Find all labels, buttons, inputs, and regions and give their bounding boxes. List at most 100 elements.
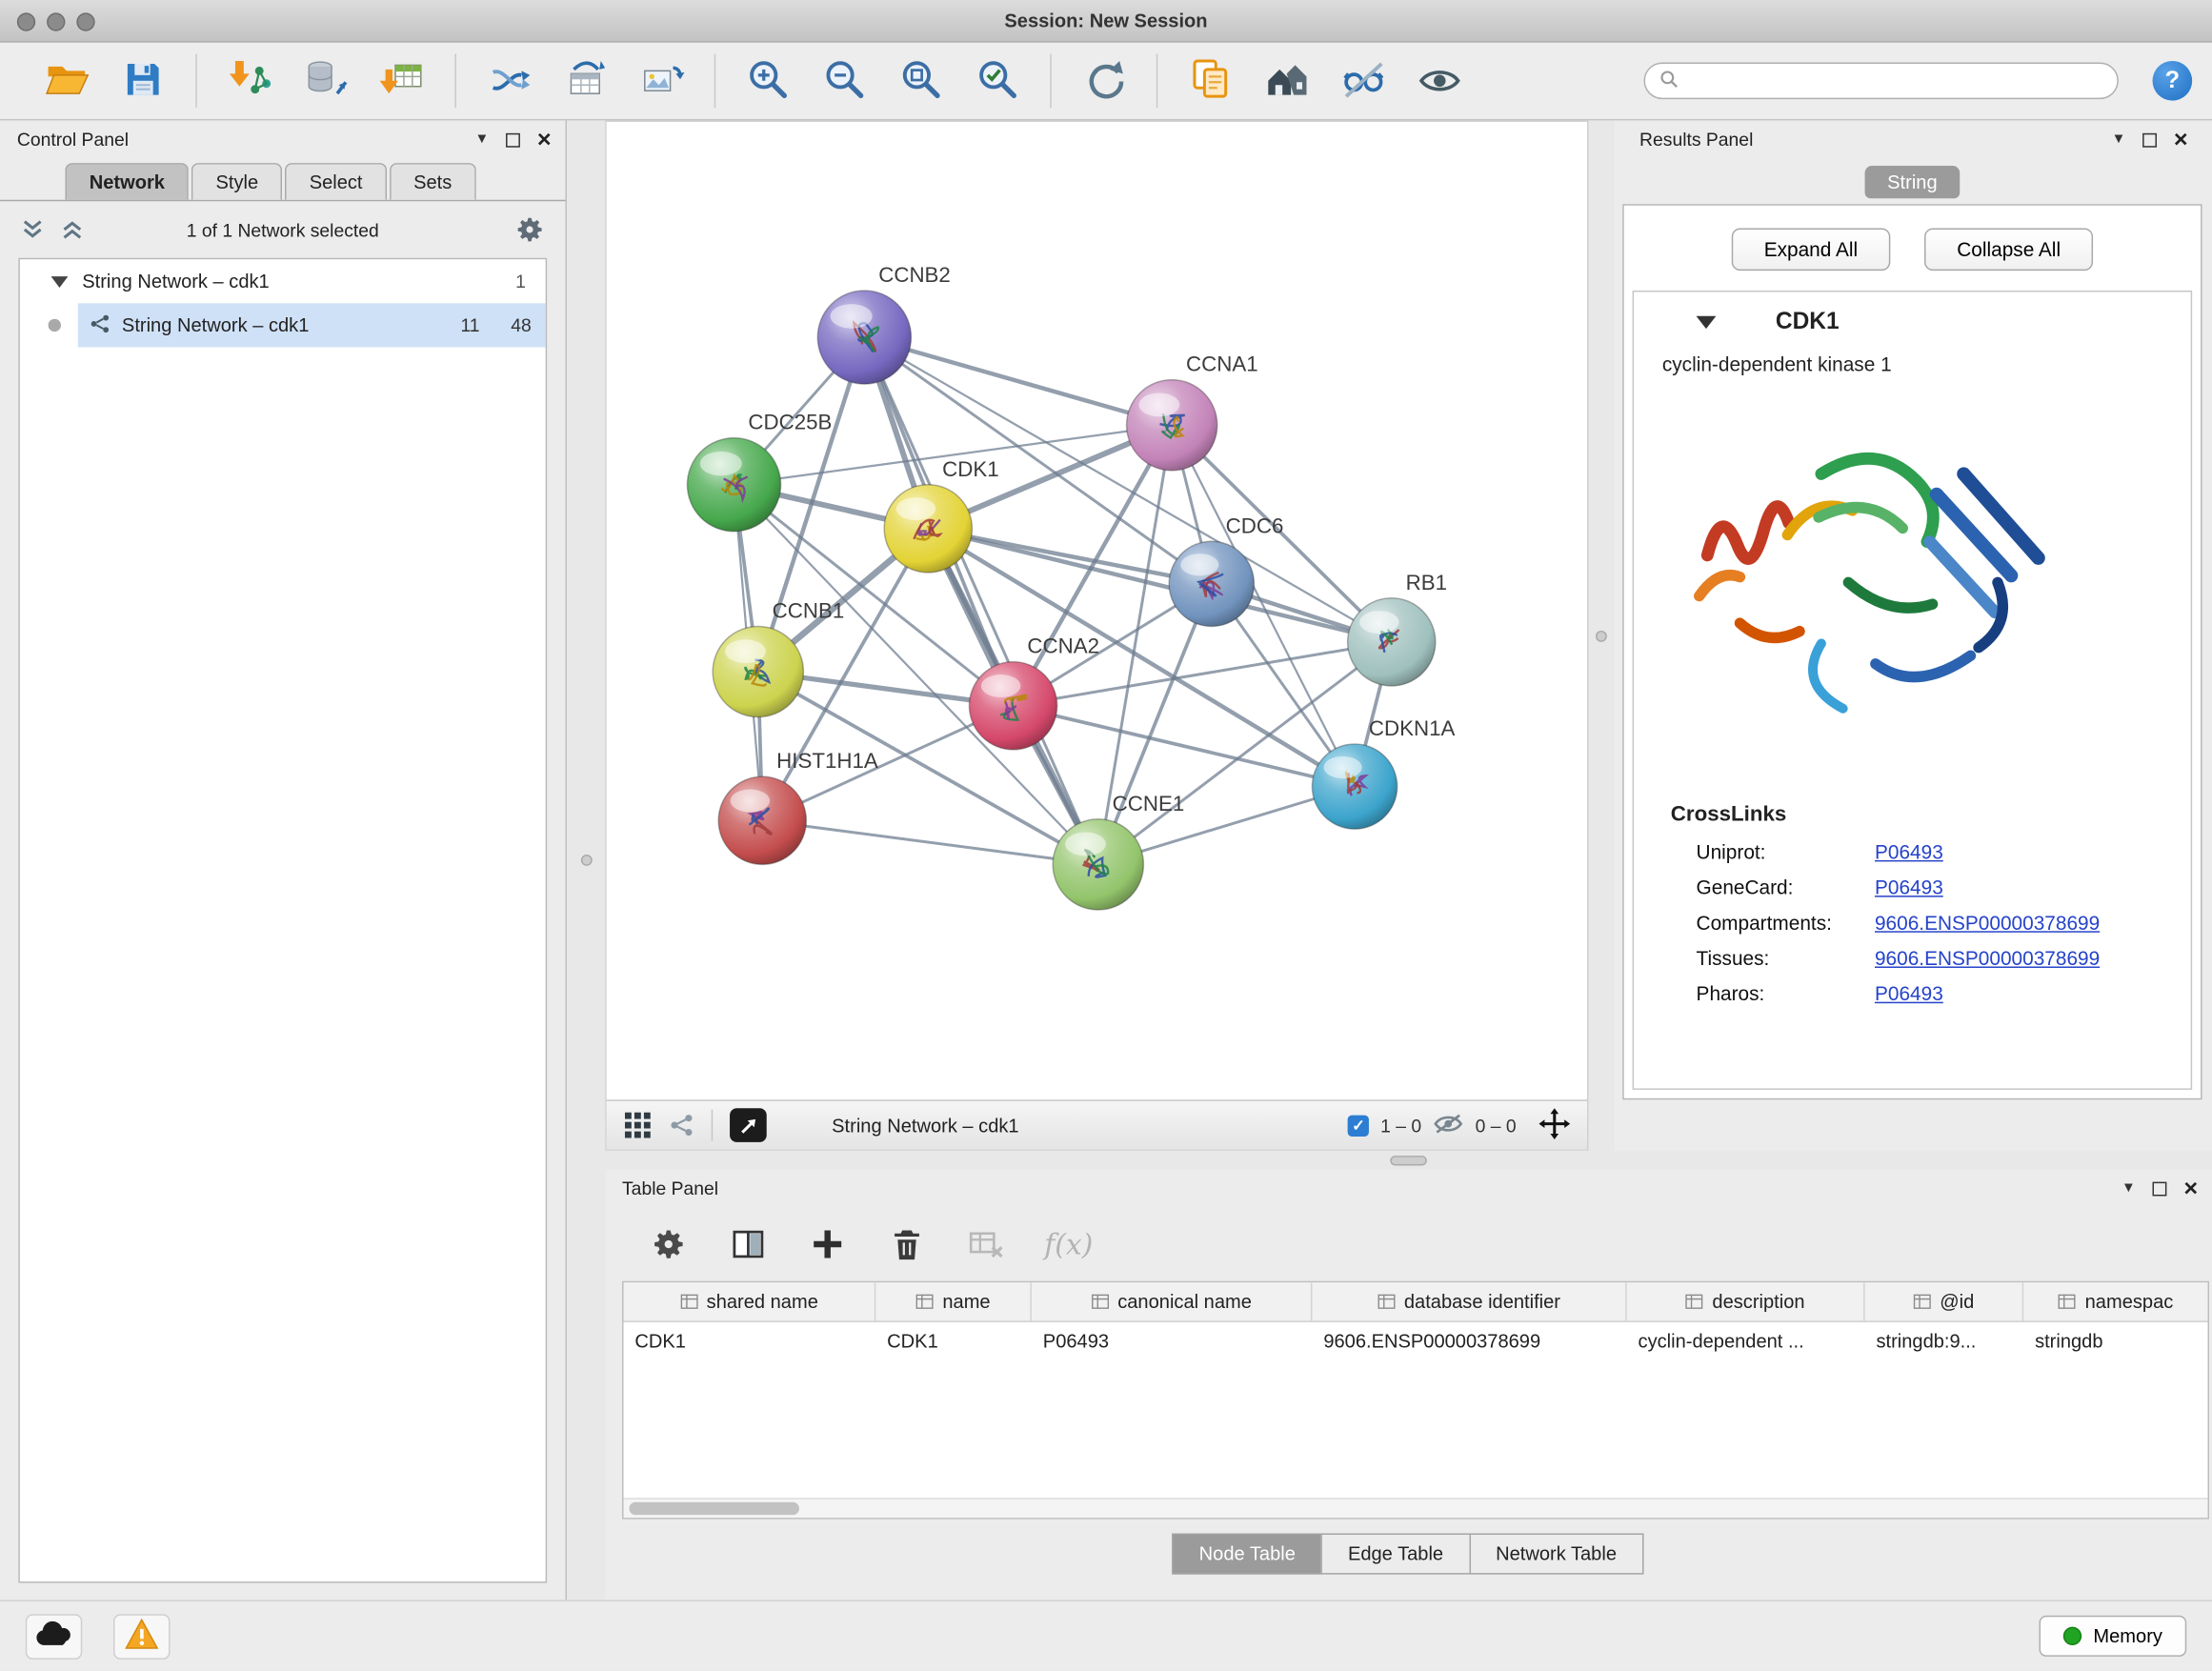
table-header-row: shared name name canonical name database… xyxy=(624,1282,2208,1322)
glasses-slash-icon xyxy=(1340,56,1386,106)
birdseye-toggle-button[interactable] xyxy=(730,1108,767,1142)
network-row[interactable]: String Network – cdk1 11 48 xyxy=(20,303,546,347)
pan-crosshair-icon[interactable] xyxy=(1538,1107,1570,1142)
screen: Session: New Session xyxy=(0,0,2212,1671)
warnings-button[interactable] xyxy=(113,1614,171,1660)
zoom-fit-button[interactable] xyxy=(892,51,951,111)
panel-menu-icon[interactable]: ▼ xyxy=(2122,1181,2136,1196)
save-session-button[interactable] xyxy=(113,51,172,111)
network-edge[interactable] xyxy=(1014,706,1355,787)
tab-sets[interactable]: Sets xyxy=(390,163,476,200)
splitter-grip[interactable] xyxy=(1390,1155,1427,1164)
import-network-file-button[interactable] xyxy=(220,51,279,111)
column-header-canonical-name[interactable]: canonical name xyxy=(1032,1282,1313,1320)
panel-menu-icon[interactable]: ▼ xyxy=(475,132,490,147)
import-network-database-button[interactable] xyxy=(296,51,355,111)
zoom-out-button[interactable] xyxy=(814,51,874,111)
expand-all-button[interactable]: Expand All xyxy=(1731,228,1890,271)
export-image-button[interactable] xyxy=(632,51,691,111)
panel-close-icon[interactable]: × xyxy=(2183,1177,2198,1200)
tab-style[interactable]: Style xyxy=(191,163,282,200)
horizontal-splitter[interactable] xyxy=(605,1151,2212,1169)
column-header-name[interactable]: name xyxy=(875,1282,1032,1320)
table-options-gear-icon[interactable] xyxy=(648,1223,691,1266)
scrollbar-thumb[interactable] xyxy=(629,1502,799,1515)
panel-float-icon[interactable] xyxy=(2142,132,2157,147)
apply-layout-button[interactable] xyxy=(1075,51,1134,111)
crosslink-pharos[interactable]: P06493 xyxy=(1875,982,1943,1006)
collapse-all-button[interactable]: Collapse All xyxy=(1924,228,2093,271)
column-header-namespace[interactable]: namespac xyxy=(2023,1282,2207,1320)
create-network-from-selection-button[interactable] xyxy=(555,51,614,111)
minimize-window-button[interactable] xyxy=(47,12,65,30)
network-overview-icon[interactable] xyxy=(669,1113,694,1138)
tab-select[interactable]: Select xyxy=(285,163,386,200)
network-node-CCNE1[interactable] xyxy=(1053,819,1143,910)
network-canvas[interactable]: CCNB2CCNA1CDC25BCDK1CDC6RB1CCNB1CCNA2CDK… xyxy=(607,122,1587,1099)
zoom-selected-button[interactable] xyxy=(968,51,1027,111)
splitter-grip[interactable] xyxy=(1596,630,1607,641)
column-header-id[interactable]: @id xyxy=(1865,1282,2024,1320)
window-title: Session: New Session xyxy=(1004,10,1207,30)
open-session-button[interactable] xyxy=(37,51,96,111)
network-graph[interactable]: CCNB2CCNA1CDC25BCDK1CDC6RB1CCNB1CCNA2CDK… xyxy=(607,122,1590,1099)
search-input[interactable] xyxy=(1688,69,2103,92)
network-edge[interactable] xyxy=(864,337,1172,425)
collapse-section-icon[interactable] xyxy=(1697,316,1717,329)
help-button[interactable]: ? xyxy=(2153,61,2193,101)
node-table: shared name name canonical name database… xyxy=(622,1281,2209,1520)
selected-checkbox-icon[interactable]: ✓ xyxy=(1348,1115,1369,1136)
right-splitter[interactable] xyxy=(1588,120,1614,1150)
splitter-grip[interactable] xyxy=(580,855,592,866)
left-splitter[interactable] xyxy=(567,120,605,1600)
panel-float-icon[interactable] xyxy=(2153,1181,2167,1196)
string-tab[interactable]: String xyxy=(1864,165,1960,197)
first-neighbors-button[interactable] xyxy=(479,51,538,111)
tab-node-table[interactable]: Node Table xyxy=(1172,1533,1322,1574)
table-horizontal-scrollbar[interactable] xyxy=(624,1498,2208,1518)
column-header-database-identifier[interactable]: database identifier xyxy=(1312,1282,1626,1320)
tab-network[interactable]: Network xyxy=(65,163,189,200)
curved-arrows-icon xyxy=(486,56,532,106)
crosslink-uniprot[interactable]: P06493 xyxy=(1875,840,1943,864)
column-header-description[interactable]: description xyxy=(1627,1282,1865,1320)
show-columns-icon[interactable] xyxy=(727,1223,770,1266)
crosslink-genecard[interactable]: P06493 xyxy=(1875,876,1943,899)
panel-close-icon[interactable]: × xyxy=(2174,128,2188,151)
delete-column-icon[interactable] xyxy=(886,1223,929,1266)
zoom-window-button[interactable] xyxy=(76,12,94,30)
network-node-HIST1H1A[interactable] xyxy=(718,776,806,864)
add-column-icon[interactable] xyxy=(806,1223,849,1266)
column-header-shared-name[interactable]: shared name xyxy=(624,1282,876,1320)
crosslink-compartments[interactable]: 9606.ENSP00000378699 xyxy=(1875,911,2100,935)
crosslink-label: Tissues: xyxy=(1697,947,1875,971)
protein-card-header[interactable]: CDK1 xyxy=(1634,292,2191,350)
table-row[interactable]: CDK1 CDK1 P06493 9606.ENSP00000378699 cy… xyxy=(624,1322,2208,1360)
network-collection-row[interactable]: String Network – cdk1 1 xyxy=(20,259,546,303)
cloud-status-button[interactable] xyxy=(26,1614,83,1660)
string-glasses-button[interactable] xyxy=(1334,51,1393,111)
zoom-in-button[interactable] xyxy=(738,51,797,111)
panel-menu-icon[interactable]: ▼ xyxy=(2112,132,2126,147)
network-options-gear-icon[interactable] xyxy=(514,214,546,246)
network-edge[interactable] xyxy=(762,820,1098,864)
tab-network-table[interactable]: Network Table xyxy=(1469,1533,1643,1574)
close-window-button[interactable] xyxy=(17,12,35,30)
import-table-file-button[interactable] xyxy=(372,51,432,111)
string-eye-button[interactable] xyxy=(1410,51,1469,111)
network-edge[interactable] xyxy=(864,337,1097,864)
memory-button[interactable]: Memory xyxy=(2040,1616,2186,1657)
hidden-eye-slash-icon[interactable] xyxy=(1433,1112,1464,1138)
tree-expand-icon[interactable] xyxy=(51,275,69,287)
crosslink-tissues[interactable]: 9606.ENSP00000378699 xyxy=(1875,947,2100,971)
grid-view-icon[interactable] xyxy=(624,1111,653,1139)
panel-close-icon[interactable]: × xyxy=(537,128,552,151)
memory-label: Memory xyxy=(2093,1625,2162,1646)
string-home-button[interactable] xyxy=(1257,51,1316,111)
tab-edge-table[interactable]: Edge Table xyxy=(1321,1533,1471,1574)
string-results-box: Expand All Collapse All CDK1 cyclin-depe… xyxy=(1622,204,2202,1099)
panel-float-icon[interactable] xyxy=(506,132,520,147)
network-row-selected[interactable]: String Network – cdk1 11 48 xyxy=(78,303,546,347)
warning-triangle-icon xyxy=(125,1619,159,1654)
string-protein-query-button[interactable] xyxy=(1180,51,1239,111)
